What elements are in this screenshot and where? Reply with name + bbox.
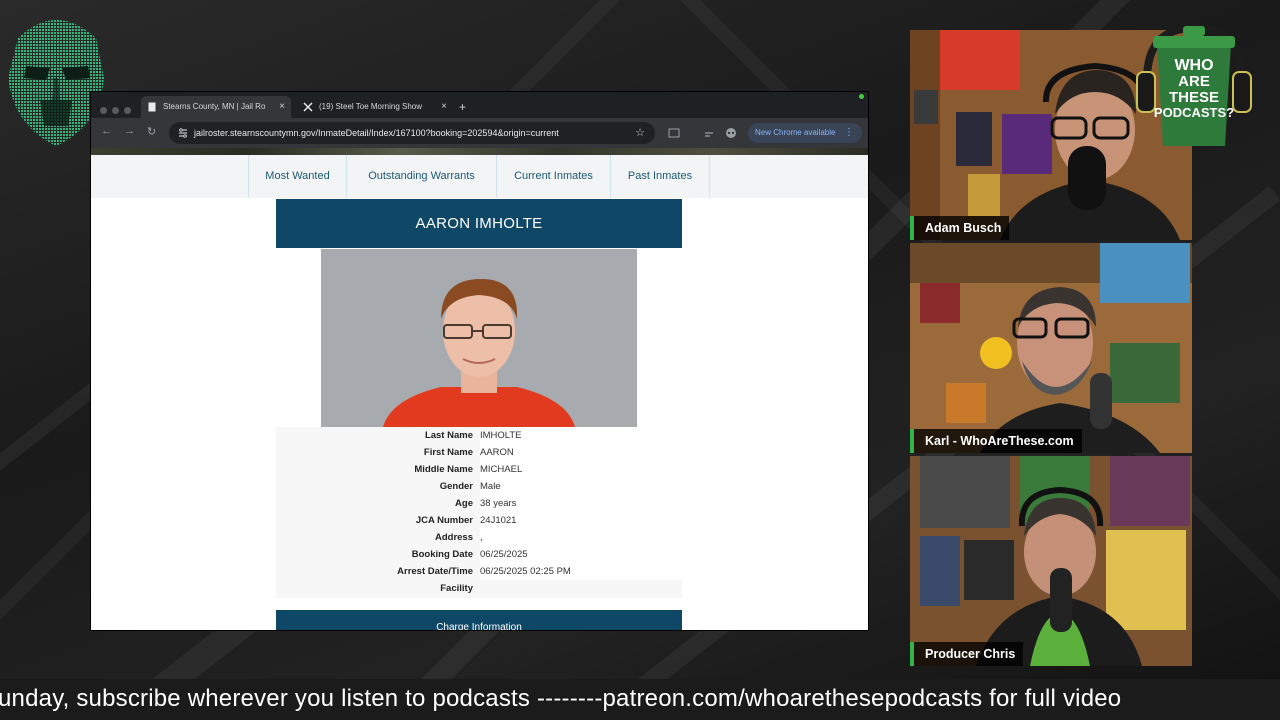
detail-row: First Name AARON [276, 444, 682, 461]
cast-icon[interactable] [668, 127, 680, 139]
inmate-details: Last Name IMHOLTE First Name AARON Middle … [276, 427, 682, 598]
back-icon[interactable]: ← [101, 125, 112, 137]
scrolling-ticker: unday, subscribe wherever you listen to … [0, 679, 1280, 720]
detail-row: Middle Name MICHAEL [276, 461, 682, 478]
participant-video [910, 456, 1192, 666]
logo-line: WHO [1174, 57, 1213, 74]
detail-row: JCA Number 24J1021 [276, 512, 682, 529]
address-bar[interactable]: jailroster.stearnscountymn.gov/InmateDet… [169, 122, 655, 144]
web-page: Most Wanted Outstanding Warrants Current… [91, 148, 868, 630]
detail-row: Gender Male [276, 478, 682, 495]
logo-line: ARE [1178, 73, 1210, 90]
url-text: jailroster.stearnscountymn.gov/InmateDet… [194, 128, 559, 138]
close-tab-icon[interactable]: × [279, 96, 285, 118]
tab-strip: Stearns County, MN | Jail Ro × (19) Stee… [91, 92, 868, 118]
update-chrome-button[interactable]: New Chrome available ⋮ [748, 123, 862, 143]
minimize-window-button[interactable] [112, 107, 119, 114]
new-tab-icon[interactable]: + [459, 96, 466, 118]
status-dot [859, 94, 864, 99]
reload-icon[interactable]: ↻ [147, 125, 156, 138]
forward-icon[interactable]: → [124, 125, 135, 137]
detail-row: Last Name IMHOLTE [276, 427, 682, 444]
window-controls [100, 101, 136, 119]
maximize-window-button[interactable] [124, 107, 131, 114]
podcast-logo: WHO ARE THESE PODCASTS? [1136, 23, 1252, 146]
participant-name: Producer Chris [910, 642, 1024, 666]
header-photo [91, 148, 868, 155]
nav-past-inmates[interactable]: Past Inmates [610, 155, 710, 198]
detail-row: Arrest Date/Time 06/25/2025 02:25 PM [276, 563, 682, 580]
page-icon [148, 102, 156, 112]
nav-most-wanted[interactable]: Most Wanted [248, 155, 346, 198]
logo-line: THESE [1169, 89, 1219, 106]
tab-label: (19) Steel Toe Morning Show [319, 102, 423, 111]
browser-window: Stearns County, MN | Jail Ro × (19) Stee… [91, 92, 868, 630]
bookmark-star-icon[interactable]: ☆ [635, 122, 645, 144]
site-settings-icon[interactable] [177, 127, 189, 139]
detail-row: Age 38 years [276, 495, 682, 512]
extensions-icon[interactable] [703, 127, 715, 139]
detail-row: Address, [276, 529, 682, 546]
participant-name: Karl - WhoAreThese.com [910, 429, 1082, 453]
stream-overlay: Stearns County, MN | Jail Ro × (19) Stee… [0, 0, 1280, 720]
nav-outstanding-warrants[interactable]: Outstanding Warrants [346, 155, 496, 198]
tab-steel-toe[interactable]: (19) Steel Toe Morning Show × [297, 96, 453, 118]
participant-video [910, 243, 1192, 453]
profile-icon[interactable] [725, 127, 737, 139]
tab-label: Stearns County, MN | Jail Ro [163, 102, 266, 111]
nav-current-inmates[interactable]: Current Inmates [496, 155, 610, 198]
close-tab-icon[interactable]: × [441, 96, 447, 118]
kebab-menu-icon[interactable]: ⋮ [844, 123, 854, 143]
inmate-name-banner: AARON IMHOLTE [276, 199, 682, 248]
detail-row: Booking Date 06/25/2025 [276, 546, 682, 563]
ticker-text: unday, subscribe wherever you listen to … [0, 685, 1122, 712]
charges-banner: Charge Information [276, 610, 682, 630]
tab-stearns-county[interactable]: Stearns County, MN | Jail Ro × [141, 96, 291, 118]
video-tile-chris: Producer Chris [910, 456, 1192, 666]
video-tile-karl: Karl - WhoAreThese.com [910, 243, 1192, 453]
participant-name: Adam Busch [910, 216, 1010, 240]
toolbar: ← → ↻ jailroster.stearnscountymn.gov/Inm… [91, 118, 868, 148]
detail-row: Facility [440, 583, 473, 594]
x-logo-icon [303, 102, 313, 112]
logo-line: PODCASTS? [1154, 105, 1234, 120]
inmate-photo [321, 249, 637, 427]
close-window-button[interactable] [100, 107, 107, 114]
update-label: New Chrome available [755, 128, 836, 137]
